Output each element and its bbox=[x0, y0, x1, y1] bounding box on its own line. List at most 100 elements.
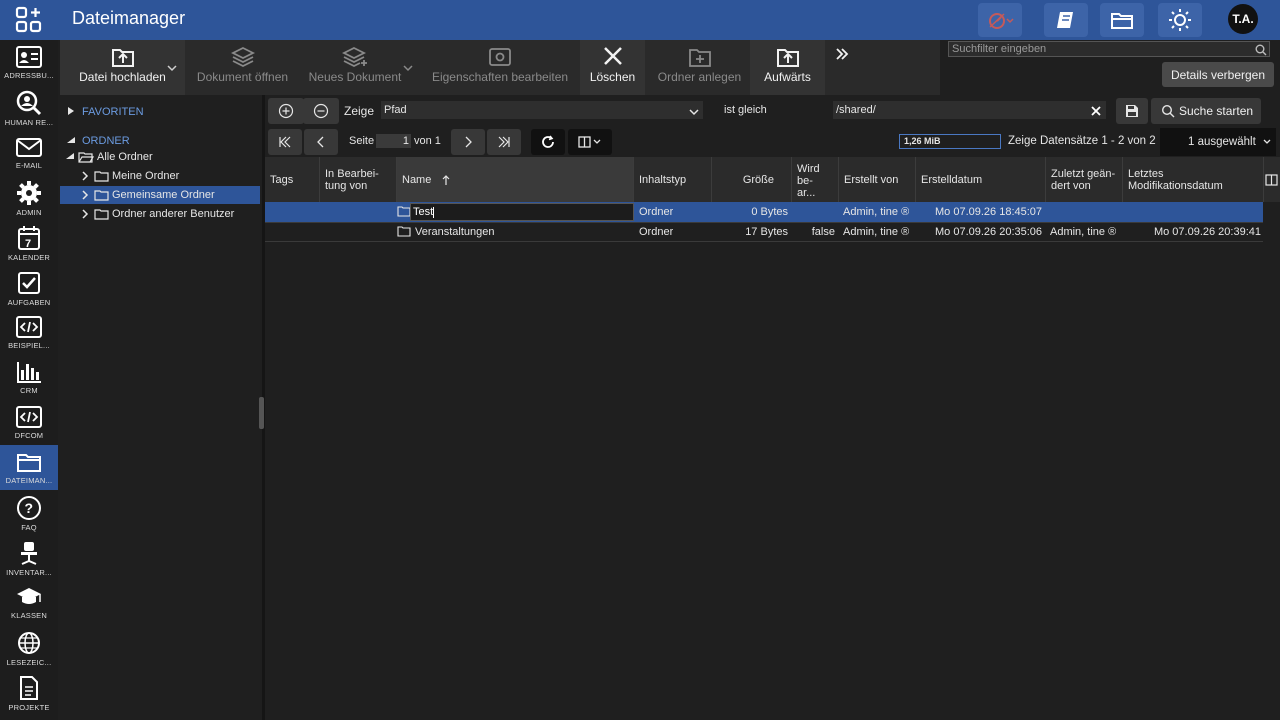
timer-button[interactable] bbox=[978, 3, 1022, 37]
column-chooser-icon[interactable] bbox=[1265, 173, 1278, 191]
upload-folder-icon bbox=[111, 49, 134, 67]
files-button[interactable] bbox=[1100, 3, 1144, 37]
sort-ascending-icon bbox=[442, 174, 450, 185]
user-avatar[interactable]: T.A. bbox=[1228, 4, 1258, 34]
nav-human-resources[interactable]: HUMAN RE... bbox=[0, 85, 58, 130]
upload-dropdown-chevron-icon[interactable] bbox=[166, 60, 178, 78]
nav-faq[interactable]: ? FAQ bbox=[0, 490, 58, 535]
grid-header: Tags In Bearbei- tung von Name Inhaltsty… bbox=[265, 157, 1280, 202]
col-created-by[interactable]: Erstellt von bbox=[839, 157, 916, 202]
col-size-label: Größe bbox=[742, 173, 774, 186]
tree-favorites[interactable]: FAVORITEN bbox=[60, 103, 260, 121]
add-filter-button[interactable] bbox=[268, 98, 304, 124]
col-type-label: Inhaltstyp bbox=[639, 173, 687, 186]
filter-show-label: Zeige bbox=[344, 104, 375, 118]
open-document-button[interactable]: Dokument öffnen bbox=[190, 40, 295, 95]
col-size[interactable]: Größe bbox=[712, 157, 792, 202]
col-being-edited[interactable]: Wird be- ar... bbox=[792, 157, 839, 202]
col-content-type[interactable]: Inhaltstyp bbox=[634, 157, 712, 202]
filter-field-select[interactable]: Pfad bbox=[381, 101, 703, 119]
theme-toggle-button[interactable] bbox=[1158, 3, 1202, 37]
nav-dfcom[interactable]: DFCOM bbox=[0, 400, 58, 445]
nav-addressbook[interactable]: ADRESSBU... bbox=[0, 40, 58, 85]
notes-button[interactable] bbox=[1044, 3, 1088, 37]
filter-value-input[interactable]: /shared/ bbox=[833, 101, 1106, 119]
nav-examples[interactable]: BEISPIEL... bbox=[0, 310, 58, 355]
column-layout-button[interactable] bbox=[568, 129, 612, 155]
folder-icon bbox=[94, 190, 109, 201]
col-editing-by[interactable]: In Bearbei- tung von bbox=[320, 157, 397, 202]
nav-admin[interactable]: ADMIN bbox=[0, 175, 58, 220]
module-sidebar: ADRESSBU... HUMAN RE... E-MAIL ADMIN 7 K… bbox=[0, 40, 58, 720]
nav-filemanager[interactable]: DATEIMAN... bbox=[0, 445, 58, 490]
selection-count: 1 ausgewählt bbox=[1188, 136, 1256, 148]
page-number-input[interactable]: 1 bbox=[376, 134, 411, 148]
folder-icon bbox=[1111, 13, 1133, 29]
nav-calendar[interactable]: 7 KALENDER bbox=[0, 220, 58, 265]
col-modified-by[interactable]: Zuletzt geän- dert von bbox=[1046, 157, 1123, 202]
app-launcher-icon[interactable] bbox=[14, 6, 44, 34]
tree-shared-folders-label: Gemeinsame Ordner bbox=[112, 189, 215, 201]
rename-input[interactable]: Test bbox=[410, 203, 634, 221]
refresh-button[interactable] bbox=[531, 129, 565, 155]
hide-details-button[interactable]: Details verbergen bbox=[1162, 62, 1274, 87]
clear-filter-icon[interactable] bbox=[1090, 104, 1102, 122]
col-tags-label: Tags bbox=[270, 173, 294, 186]
col-name[interactable]: Name bbox=[397, 157, 634, 202]
filter-operator[interactable]: ist gleich bbox=[724, 104, 767, 116]
start-search-label: Suche starten bbox=[1179, 104, 1254, 118]
nav-projects[interactable]: PROJEKTE bbox=[0, 670, 58, 715]
chevron-right-icon bbox=[465, 136, 472, 148]
nav-classes[interactable]: KLASSEN bbox=[0, 580, 58, 625]
last-page-icon bbox=[498, 136, 510, 148]
nav-email[interactable]: E-MAIL bbox=[0, 130, 58, 175]
edit-properties-button[interactable]: Eigenschaften bearbeiten bbox=[430, 40, 570, 95]
selection-count-dropdown[interactable]: 1 ausgewählt bbox=[1160, 128, 1276, 156]
col-tags[interactable]: Tags bbox=[265, 157, 320, 202]
cell-created-date: Mo 07.09.26 18:45:07 bbox=[935, 206, 1043, 218]
calendar-icon: 7 bbox=[18, 226, 40, 250]
cell-created-by: Admin, tine ® bbox=[843, 226, 910, 238]
col-modified-date-label: Letztes Modifikationsdatum bbox=[1128, 167, 1223, 192]
last-page-button[interactable] bbox=[487, 129, 521, 155]
up-button[interactable]: Aufwärts bbox=[750, 40, 825, 95]
table-row[interactable]: Veranstaltungen Ordner 17 Bytes false Ad… bbox=[265, 222, 1263, 242]
edit-properties-label: Eigenschaften bearbeiten bbox=[431, 70, 569, 84]
nav-label: PROJEKTE bbox=[8, 703, 50, 712]
create-folder-button[interactable]: Ordner anlegen bbox=[652, 40, 747, 95]
caret-down-icon bbox=[66, 153, 74, 159]
nav-bookmarks[interactable]: LESEZEIC... bbox=[0, 625, 58, 670]
nav-inventory[interactable]: INVENTAR... bbox=[0, 535, 58, 580]
cell-modified-date bbox=[1123, 202, 1261, 222]
new-document-button[interactable]: Neues Dokument bbox=[305, 40, 405, 95]
search-filter-input[interactable]: Suchfilter eingeben bbox=[948, 41, 1270, 57]
col-created-date[interactable]: Erstelldatum bbox=[916, 157, 1046, 202]
nav-label: KALENDER bbox=[7, 253, 51, 262]
more-actions-icon[interactable] bbox=[834, 46, 850, 67]
new-document-dropdown-chevron-icon[interactable] bbox=[402, 60, 414, 78]
nav-tasks[interactable]: AUFGABEN bbox=[0, 265, 58, 310]
gear-icon bbox=[17, 181, 41, 205]
folder-icon bbox=[94, 209, 109, 220]
save-filter-button[interactable] bbox=[1116, 98, 1148, 124]
start-search-button[interactable]: Suche starten bbox=[1151, 98, 1261, 124]
previous-page-button[interactable] bbox=[304, 129, 338, 155]
delete-button[interactable]: Löschen bbox=[580, 40, 645, 95]
search-icon[interactable] bbox=[1255, 43, 1267, 61]
tree-all-folders-label: Alle Ordner bbox=[97, 151, 153, 163]
mail-icon bbox=[16, 138, 42, 157]
tree-shared-folders[interactable]: Gemeinsame Ordner bbox=[60, 186, 260, 204]
nav-label: E-MAIL bbox=[15, 161, 43, 170]
tree-my-folders[interactable]: Meine Ordner bbox=[60, 167, 260, 185]
remove-filter-button[interactable] bbox=[303, 98, 339, 124]
nav-crm[interactable]: CRM bbox=[0, 355, 58, 400]
tree-all-folders[interactable]: Alle Ordner bbox=[60, 148, 260, 166]
resize-handle[interactable] bbox=[259, 397, 264, 429]
col-modified-date[interactable]: Letztes Modifikationsdatum bbox=[1123, 157, 1264, 202]
tree-other-users-folders[interactable]: Ordner anderer Benutzer bbox=[60, 205, 260, 223]
first-page-button[interactable] bbox=[268, 129, 302, 155]
nav-label: HUMAN RE... bbox=[4, 118, 54, 127]
table-row[interactable]: Test Ordner 0 Bytes Admin, tine ® Mo 07.… bbox=[265, 202, 1263, 222]
next-page-button[interactable] bbox=[451, 129, 485, 155]
document-icon bbox=[20, 676, 38, 700]
